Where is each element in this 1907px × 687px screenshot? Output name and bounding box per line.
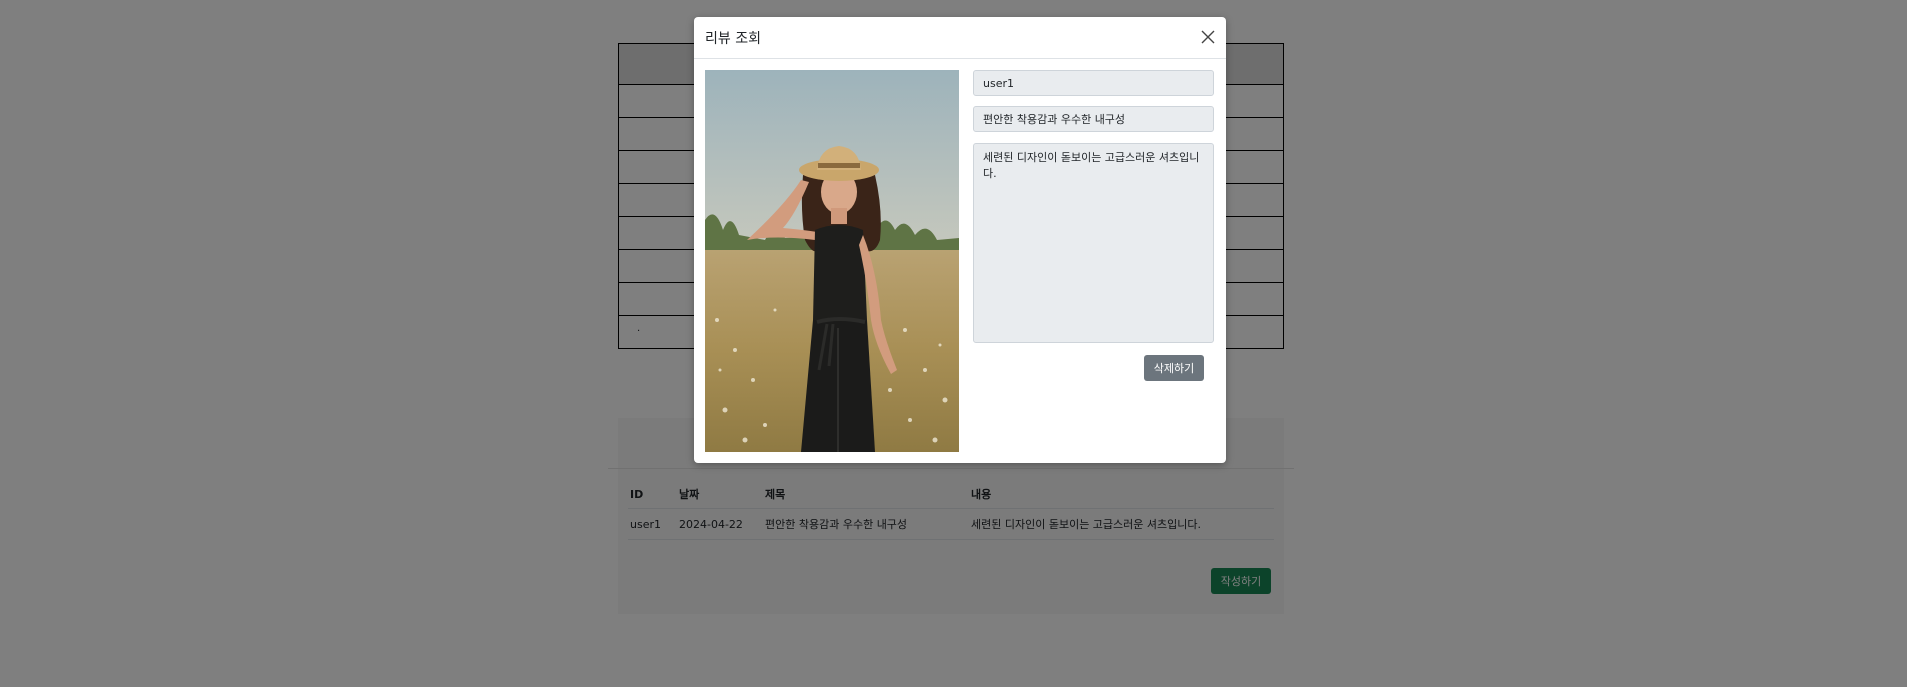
modal-header: 리뷰 조회 — [694, 17, 1226, 59]
review-modal: 리뷰 조회 user1 편안한 착용감과 우수한 내구성 세련된 디자인이 돋보… — [694, 17, 1226, 463]
user-id-field[interactable] — [973, 70, 1214, 96]
delete-button[interactable]: 삭제하기 — [1144, 355, 1204, 381]
close-button[interactable] — [1198, 27, 1218, 47]
review-photo — [705, 70, 959, 452]
review-content-field[interactable]: 세련된 디자인이 돋보이는 고급스러운 셔츠입니다. — [973, 143, 1214, 343]
close-icon — [1201, 30, 1215, 44]
modal-title: 리뷰 조회 — [705, 31, 761, 47]
review-title-field[interactable] — [973, 106, 1214, 132]
